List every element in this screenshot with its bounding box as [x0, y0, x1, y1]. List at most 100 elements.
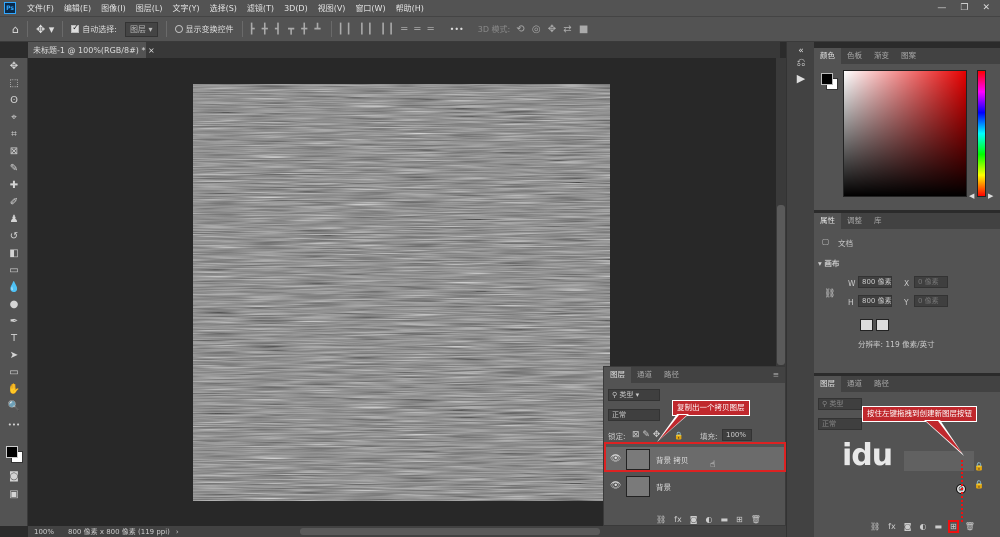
horizontal-scroll-thumb[interactable] [300, 528, 600, 535]
tab-libraries[interactable]: 库 [868, 213, 888, 229]
menu-window[interactable]: 窗口(W) [350, 3, 390, 14]
foreground-color-swatch[interactable] [6, 446, 18, 458]
more-options-button[interactable]: ••• [450, 25, 464, 34]
eyedropper-tool-icon[interactable]: ✎ [5, 162, 23, 176]
height-field[interactable]: 800 像素 [858, 295, 892, 307]
y-field[interactable]: 0 像素 [914, 295, 948, 307]
move-tool-icon[interactable]: ✥ [5, 60, 23, 74]
history-panel-icon[interactable]: ⎌ [793, 56, 809, 70]
frame-tool-icon[interactable]: ⊠ [5, 145, 23, 159]
auto-select-target-dropdown[interactable]: 图层 ▾ [124, 21, 158, 37]
edit-toolbar-icon[interactable]: ••• [5, 418, 23, 432]
hue-slider-handle-right-icon[interactable]: ▶ [988, 192, 993, 200]
menu-file[interactable]: 文件(F) [22, 3, 59, 14]
zoom-level[interactable]: 100% [34, 528, 54, 536]
tab-adjustments[interactable]: 调整 [841, 213, 868, 229]
screen-mode-icon[interactable]: ▣ [5, 488, 23, 502]
new-group-icon[interactable]: ▬ [934, 522, 942, 531]
vertical-scroll-thumb[interactable] [777, 205, 785, 365]
marquee-tool-icon[interactable]: ⬚ [5, 77, 23, 91]
tab-swatches[interactable]: 色板 [841, 48, 868, 64]
float-layer-filter-dropdown[interactable]: ⚲ 类型 ▾ [608, 389, 660, 401]
eraser-tool-icon[interactable]: ◧ [5, 247, 23, 261]
menu-view[interactable]: 视图(V) [313, 3, 351, 14]
document-canvas[interactable] [193, 84, 610, 501]
menu-type[interactable]: 文字(Y) [167, 3, 204, 14]
layer-style-icon[interactable]: fx [674, 515, 682, 524]
brush-tool-icon[interactable]: ✐ [5, 196, 23, 210]
adjustment-layer-icon[interactable]: ◐ [919, 522, 926, 531]
menu-layer[interactable]: 图层(L) [131, 3, 168, 14]
play-actions-icon[interactable]: ▶ [793, 72, 809, 86]
visibility-eye-icon[interactable]: 👁 [610, 481, 621, 491]
tab-channels[interactable]: 通道 [841, 376, 868, 392]
layer-row-background[interactable]: 👁 背景 [604, 474, 785, 499]
add-mask-icon[interactable]: ◙ [690, 515, 698, 524]
show-transform-checkbox[interactable]: 显示变换控件 [174, 24, 234, 35]
delete-layer-icon[interactable]: 🗑 [751, 515, 761, 524]
tab-paths[interactable]: 路径 [868, 376, 895, 392]
canvas-section-toggle[interactable]: ▾ 画布 [818, 258, 839, 269]
hue-slider[interactable] [977, 70, 986, 197]
healing-brush-icon[interactable]: ✚ [5, 179, 23, 193]
link-dimensions-icon[interactable]: ⛓ [824, 289, 835, 299]
stamp-tool-icon[interactable]: ♟ [5, 213, 23, 227]
pen-tool-icon[interactable]: ✒ [5, 315, 23, 329]
tab-properties[interactable]: 属性 [814, 213, 841, 229]
menu-edit[interactable]: 编辑(E) [59, 3, 96, 14]
path-select-tool-icon[interactable]: ➤ [5, 349, 23, 363]
status-arrow-icon[interactable]: › [176, 528, 179, 536]
new-layer-button[interactable]: ⊞ [948, 520, 959, 533]
delete-layer-icon[interactable]: 🗑 [965, 522, 975, 531]
tab-gradients[interactable]: 渐变 [868, 48, 895, 64]
crop-tool-icon[interactable]: ⌗ [5, 128, 23, 142]
menu-select[interactable]: 选择(S) [205, 3, 242, 14]
move-tool-icon[interactable]: ✥ ▾ [36, 23, 54, 36]
home-icon[interactable]: ⌂ [12, 23, 19, 36]
close-window-button[interactable]: ✕ [982, 3, 990, 13]
add-mask-icon[interactable]: ◙ [904, 522, 912, 531]
dodge-tool-icon[interactable]: ● [5, 298, 23, 312]
width-field[interactable]: 800 像素 [858, 276, 892, 288]
document-size-info[interactable]: 800 像素 x 800 像素 (119 ppi) [68, 527, 170, 537]
3d-tools-icons[interactable]: ⟲ ◎ ✥ ⇄ ■ [516, 24, 590, 35]
menu-help[interactable]: 帮助(H) [391, 3, 429, 14]
auto-select-checkbox[interactable]: 自动选择: [71, 23, 117, 35]
lasso-tool-icon[interactable]: ʘ [5, 94, 23, 108]
link-layers-icon[interactable]: ⛓ [870, 522, 880, 531]
document-tab[interactable]: 未标题-1 @ 100%(RGB/8#) * × [28, 42, 155, 58]
menu-3d[interactable]: 3D(D) [279, 4, 313, 13]
tab-patterns[interactable]: 图案 [895, 48, 922, 64]
hand-tool-icon[interactable]: ✋ [5, 383, 23, 397]
rectangle-tool-icon[interactable]: ▭ [5, 366, 23, 380]
new-layer-icon[interactable]: ⊞ [736, 515, 743, 524]
menu-filter[interactable]: 滤镜(T) [242, 3, 279, 14]
align-icons[interactable]: ┣ ╋ ┫ ┳ ╋ ┻ [249, 24, 323, 35]
minimize-button[interactable]: — [937, 3, 946, 13]
close-tab-icon[interactable]: × [148, 46, 155, 55]
layer-filter-dropdown[interactable]: ⚲ 类型 [818, 398, 862, 410]
panel-foreground-color[interactable] [821, 73, 833, 85]
restore-button[interactable]: ❐ [960, 3, 968, 13]
float-tab-channels[interactable]: 通道 [631, 367, 658, 383]
tab-layers[interactable]: 图层 [814, 376, 841, 392]
type-tool-icon[interactable]: T [5, 332, 23, 346]
quick-mask-icon[interactable]: ◙ [5, 470, 23, 484]
float-tab-layers[interactable]: 图层 [604, 367, 631, 383]
gradient-tool-icon[interactable]: ▭ [5, 264, 23, 278]
fill-field[interactable]: 100% [722, 429, 752, 441]
saturation-value-picker[interactable] [843, 70, 967, 197]
portrait-orientation-button[interactable] [860, 319, 873, 331]
link-layers-icon[interactable]: ⛓ [656, 515, 666, 524]
landscape-orientation-button[interactable] [876, 319, 889, 331]
float-blend-mode-dropdown[interactable]: 正常 [608, 409, 660, 421]
zoom-tool-icon[interactable]: 🔍 [5, 400, 23, 414]
quick-select-tool-icon[interactable]: ⌖ [5, 111, 23, 125]
blend-mode-dropdown[interactable]: 正常 [818, 418, 862, 430]
layer-style-icon[interactable]: fx [888, 522, 896, 531]
float-panel-menu-icon[interactable]: ≡ [767, 367, 785, 383]
adjustment-layer-icon[interactable]: ◐ [705, 515, 712, 524]
x-field[interactable]: 0 像素 [914, 276, 948, 288]
menu-image[interactable]: 图像(I) [96, 3, 131, 14]
tab-color[interactable]: 颜色 [814, 48, 841, 64]
